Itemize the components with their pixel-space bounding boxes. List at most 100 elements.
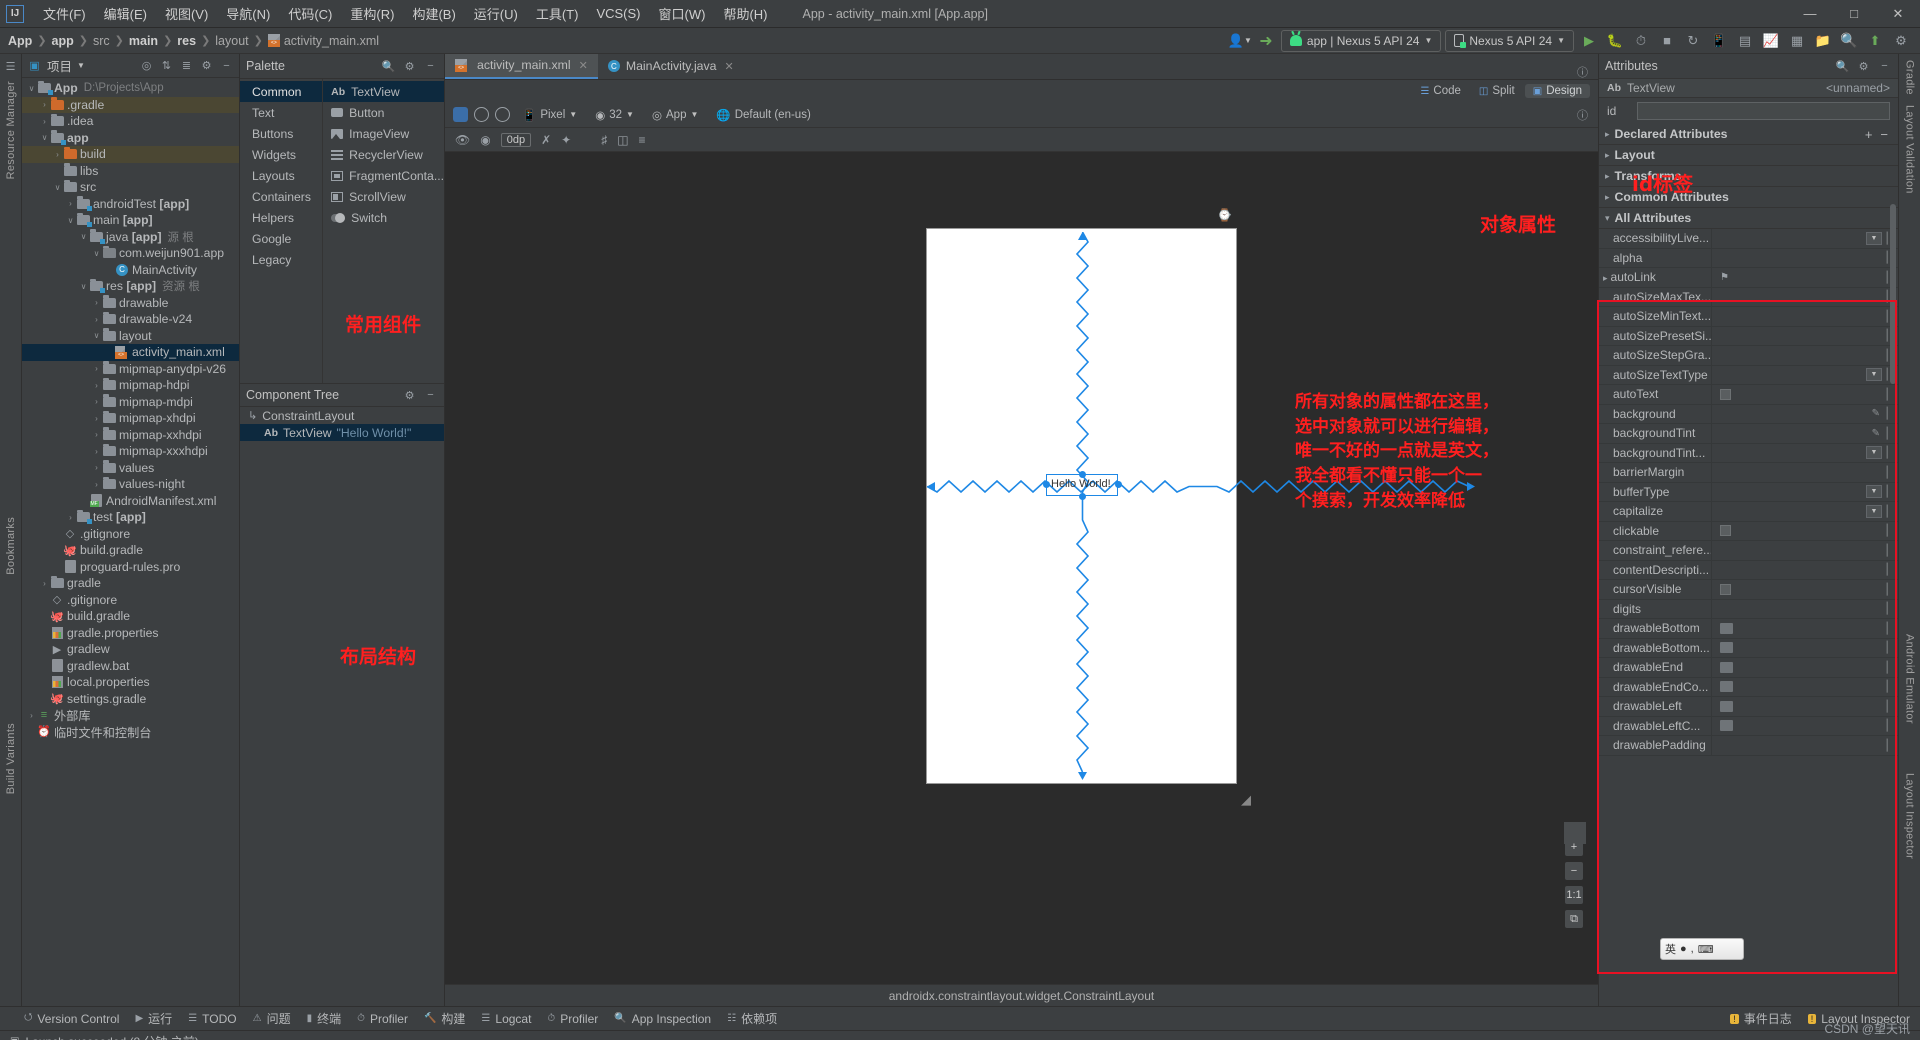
palette-item-fragmentconta[interactable]: FragmentConta...: [323, 165, 444, 186]
project-tree-node[interactable]: ›drawable: [22, 295, 239, 312]
menu-refactor[interactable]: 重构(R): [341, 2, 403, 25]
hide-icon[interactable]: −: [423, 388, 438, 403]
disclosure-arrow-icon[interactable]: ›: [39, 579, 50, 588]
tool-window-button-logcat[interactable]: ☰Logcat: [481, 1012, 531, 1026]
canvas-top-handle[interactable]: ⌚: [1217, 208, 1232, 222]
attribute-binding-icon[interactable]: ⎮: [1884, 680, 1890, 693]
tool-window-button----[interactable]: ☷依赖项: [727, 1010, 777, 1027]
attribute-binding-icon[interactable]: ⎮: [1884, 388, 1890, 401]
project-tree-node[interactable]: ›mipmap-xxhdpi: [22, 427, 239, 444]
tool-window-button-profiler[interactable]: ⏱Profiler: [357, 1012, 408, 1026]
attribute-value-field[interactable]: ⎮: [1711, 697, 1898, 716]
project-tree-node[interactable]: ›values-night: [22, 476, 239, 493]
search-icon[interactable]: 🔍: [1835, 59, 1850, 74]
attribute-row[interactable]: clickable⎮: [1599, 522, 1898, 542]
attribute-row[interactable]: background✎⎮: [1599, 405, 1898, 425]
attribute-value-field[interactable]: ⎮: [1711, 307, 1898, 326]
project-tree-node[interactable]: 🐙build.gradle: [22, 542, 239, 559]
tool-window-button---[interactable]: ▮终端: [307, 1010, 342, 1027]
attribute-binding-icon[interactable]: ⎮: [1884, 739, 1890, 752]
disclosure-arrow-icon[interactable]: ›: [91, 414, 102, 423]
tool-window-button-version-control[interactable]: ⭯Version Control: [24, 1010, 119, 1027]
default-margin-value[interactable]: 0dp: [501, 133, 531, 147]
disclosure-arrow-icon[interactable]: ▸: [1605, 171, 1610, 182]
attributes-section-declared-attributes[interactable]: ▸Declared Attributes+−: [1599, 124, 1898, 145]
attribute-binding-icon[interactable]: ⎮: [1884, 719, 1890, 732]
attribute-binding-icon[interactable]: ⎮: [1884, 700, 1890, 713]
dropdown-icon[interactable]: ▼: [1866, 485, 1882, 498]
tool-window-button---[interactable]: 🔨构建: [424, 1010, 465, 1027]
mode-design[interactable]: ▣ Design: [1525, 84, 1590, 98]
attribute-value-field[interactable]: ⚑⎮: [1711, 268, 1898, 287]
attributes-row-list[interactable]: accessibilityLive...▼⎮alpha⎮▸autoLink⚑⎮a…: [1599, 229, 1898, 1006]
tool-window-bar[interactable]: ⭯Version Control▶运行☰TODO⚠问题▮终端⏱Profiler🔨…: [0, 1006, 1920, 1030]
profile-icon[interactable]: ⏱: [1630, 30, 1652, 52]
resize-handle-left[interactable]: [1043, 481, 1050, 488]
resource-picker-icon[interactable]: ✎: [1872, 408, 1880, 419]
palette-category-widgets[interactable]: Widgets: [240, 144, 322, 165]
attribute-row[interactable]: accessibilityLive...▼⎮: [1599, 229, 1898, 249]
chevron-down-icon[interactable]: ▼: [77, 61, 85, 70]
attribute-value-field[interactable]: ⎮: [1711, 463, 1898, 482]
attribute-row[interactable]: digits⎮: [1599, 600, 1898, 620]
attribute-binding-icon[interactable]: ⎮: [1884, 583, 1890, 596]
attribute-row[interactable]: drawableEndCo...⎮: [1599, 678, 1898, 698]
remove-attribute-button[interactable]: −: [1880, 127, 1888, 142]
attribute-value-field[interactable]: ⎮: [1711, 288, 1898, 307]
palette-item-recyclerview[interactable]: RecyclerView: [323, 144, 444, 165]
close-button[interactable]: ✕: [1876, 0, 1920, 28]
update-icon[interactable]: ⬆: [1864, 30, 1886, 52]
attribute-binding-icon[interactable]: ⎮: [1884, 602, 1890, 615]
disclosure-arrow-icon[interactable]: ▸: [1603, 273, 1608, 283]
breadcrumb-src[interactable]: src: [93, 34, 110, 48]
project-tree-node[interactable]: ∨app: [22, 130, 239, 147]
bookmarks-strip-button[interactable]: Bookmarks: [5, 517, 17, 575]
drawable-picker-icon[interactable]: [1720, 681, 1733, 692]
editor-info-icon[interactable]: ⓘ: [1575, 64, 1590, 79]
resource-manager-strip-button[interactable]: Resource Manager: [5, 81, 17, 179]
disclosure-arrow-icon[interactable]: ›: [52, 150, 63, 159]
disclosure-arrow-icon[interactable]: ∨: [78, 232, 89, 241]
project-tree-node[interactable]: ›drawable-v24: [22, 311, 239, 328]
gear-icon[interactable]: ⚙: [402, 59, 417, 74]
menu-edit[interactable]: 编辑(E): [95, 2, 156, 25]
attribute-value-field[interactable]: ⎮: [1711, 385, 1898, 404]
menu-file[interactable]: 文件(F): [34, 2, 95, 25]
attribute-binding-icon[interactable]: ⎮: [1884, 641, 1890, 654]
attribute-value-field[interactable]: ✎⎮: [1711, 424, 1898, 443]
device-selector[interactable]: Nexus 5 API 24 ▼: [1445, 30, 1574, 52]
project-tree-node[interactable]: ∨res [app]资源 根: [22, 278, 239, 295]
user-icon[interactable]: 👤▼: [1229, 30, 1251, 52]
sync-icon[interactable]: ↻: [1682, 30, 1704, 52]
attribute-row[interactable]: drawableLeft⎮: [1599, 697, 1898, 717]
search-icon[interactable]: 🔍: [1838, 30, 1860, 52]
disclosure-arrow-icon[interactable]: ›: [91, 315, 102, 324]
guideline-icon[interactable]: ♯: [601, 133, 607, 147]
locale-chip[interactable]: 🌐 Default (en-us): [710, 107, 816, 123]
project-tree-node[interactable]: 🐙settings.gradle: [22, 691, 239, 708]
settings-icon[interactable]: ⚙: [1890, 30, 1912, 52]
collapse-all-icon[interactable]: ≣: [179, 58, 194, 73]
attribute-row[interactable]: autoSizeStepGra...⎮: [1599, 346, 1898, 366]
breadcrumb-app[interactable]: App: [8, 34, 32, 48]
attribute-row[interactable]: constraint_refere...⎮: [1599, 541, 1898, 561]
attribute-row[interactable]: autoSizeTextType▼⎮: [1599, 366, 1898, 386]
attribute-binding-icon[interactable]: ⎮: [1884, 622, 1890, 635]
disclosure-arrow-icon[interactable]: ▸: [1605, 129, 1610, 140]
warning-icon[interactable]: ⓘ: [1575, 107, 1590, 122]
mode-split[interactable]: ◫ Split: [1471, 84, 1523, 98]
disclosure-arrow-icon[interactable]: ∨: [65, 216, 76, 225]
clear-constraints-icon[interactable]: ✗: [541, 133, 551, 147]
palette-item-button[interactable]: Button: [323, 102, 444, 123]
menu-tools[interactable]: 工具(T): [527, 2, 588, 25]
menu-help[interactable]: 帮助(H): [714, 2, 776, 25]
attribute-value-field[interactable]: ⎮: [1711, 678, 1898, 697]
sdk-manager-icon[interactable]: ▤: [1734, 30, 1756, 52]
attributes-section-transforms[interactable]: ▸Transforms: [1599, 166, 1898, 187]
menu-build[interactable]: 构建(B): [403, 2, 464, 25]
attributes-section-common-attributes[interactable]: ▸Common Attributes: [1599, 187, 1898, 208]
attribute-value-field[interactable]: ⎮: [1711, 522, 1898, 541]
project-tree[interactable]: ∨AppD:\Projects\App›.gradle›.idea∨app›bu…: [22, 78, 239, 1006]
project-tree-node[interactable]: ▶gradlew: [22, 641, 239, 658]
component-tree[interactable]: ↳ConstraintLayoutAbTextView"Hello World!…: [240, 407, 444, 441]
